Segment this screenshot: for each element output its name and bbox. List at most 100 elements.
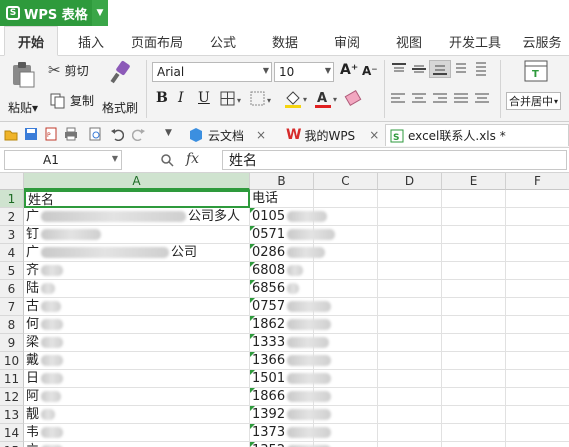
- tab-home[interactable]: 开始: [4, 26, 58, 56]
- cell-a3[interactable]: 钉: [24, 226, 250, 244]
- tab-view[interactable]: 视图: [384, 26, 434, 56]
- justify-button[interactable]: [453, 92, 469, 106]
- cell-b10[interactable]: 1366: [250, 352, 332, 370]
- cell-a11[interactable]: 日: [24, 370, 250, 388]
- wrap-text-button[interactable]: [474, 60, 488, 76]
- doc-tab-cloud[interactable]: 云文档 ×: [188, 124, 266, 146]
- cell-b8[interactable]: 1862: [250, 316, 332, 334]
- paste-button[interactable]: 粘贴▾: [4, 60, 42, 116]
- row-header-14[interactable]: 14: [0, 424, 24, 442]
- cell-a8[interactable]: 何: [24, 316, 250, 334]
- copy-button[interactable]: 复制: [50, 92, 94, 109]
- row-header-7[interactable]: 7: [0, 298, 24, 316]
- print-preview-icon[interactable]: [88, 127, 102, 141]
- orientation-button[interactable]: [454, 62, 468, 76]
- column-header-f[interactable]: F: [506, 173, 569, 190]
- cell-a15[interactable]: 立: [24, 442, 250, 447]
- bold-button[interactable]: B: [156, 90, 168, 106]
- align-top-button[interactable]: [390, 62, 408, 76]
- fill-color-button[interactable]: ▾: [284, 90, 310, 108]
- cell-a10[interactable]: 戴: [24, 352, 250, 370]
- close-icon[interactable]: ×: [369, 128, 379, 142]
- border-button[interactable]: ▾: [220, 91, 244, 107]
- empty-cells-area[interactable]: [314, 190, 569, 447]
- name-box[interactable]: A1 ▼: [4, 150, 122, 170]
- column-header-e[interactable]: E: [442, 173, 506, 190]
- row-header-3[interactable]: 3: [0, 226, 24, 244]
- app-menu-button[interactable]: S WPS 表格: [0, 0, 92, 26]
- search-icon[interactable]: [160, 153, 174, 167]
- merge-center-icon-button[interactable]: T: [524, 60, 548, 82]
- cell-b2[interactable]: 0105: [250, 208, 328, 226]
- cell-b1[interactable]: 电话: [250, 190, 314, 208]
- close-icon[interactable]: ×: [256, 128, 266, 142]
- row-header-5[interactable]: 5: [0, 262, 24, 280]
- row-header-6[interactable]: 6: [0, 280, 24, 298]
- cell-a7[interactable]: 古: [24, 298, 250, 316]
- cell-b9[interactable]: 1333: [250, 334, 330, 352]
- cell-a14[interactable]: 韦: [24, 424, 250, 442]
- cell-a13[interactable]: 靓: [24, 406, 250, 424]
- clear-format-button[interactable]: [344, 90, 362, 108]
- tab-review[interactable]: 审阅: [322, 26, 372, 56]
- formula-input[interactable]: 姓名: [222, 150, 567, 170]
- cut-button[interactable]: ✂ 剪切: [48, 61, 89, 79]
- font-color-button[interactable]: A ▾: [314, 90, 340, 108]
- app-menu-dropdown-icon[interactable]: ▼: [92, 0, 108, 26]
- cell-a1[interactable]: 姓名: [24, 190, 250, 208]
- cell-a6[interactable]: 陆: [24, 280, 250, 298]
- row-header-11[interactable]: 11: [0, 370, 24, 388]
- font-name-select[interactable]: Arial ▼: [152, 62, 272, 82]
- font-size-select[interactable]: 10 ▼: [274, 62, 334, 82]
- cell-b11[interactable]: 1501: [250, 370, 332, 388]
- cell-b12[interactable]: 1866: [250, 388, 332, 406]
- align-center-button[interactable]: [411, 92, 427, 106]
- cell-a4[interactable]: 广 公司: [24, 244, 250, 262]
- align-left-button[interactable]: [390, 92, 406, 106]
- cell-a5[interactable]: 齐: [24, 262, 250, 280]
- column-header-b[interactable]: B: [250, 173, 314, 190]
- row-header-9[interactable]: 9: [0, 334, 24, 352]
- cell-a9[interactable]: 梁: [24, 334, 250, 352]
- undo-icon[interactable]: [110, 127, 124, 141]
- cell-b14[interactable]: 1373: [250, 424, 332, 442]
- format-painter-button[interactable]: 格式刷: [100, 60, 140, 116]
- underline-button[interactable]: U: [198, 90, 210, 106]
- save-icon[interactable]: [24, 127, 38, 141]
- open-folder-icon[interactable]: [4, 127, 18, 141]
- more-borders-button[interactable]: ▾: [250, 91, 276, 107]
- row-header-2[interactable]: 2: [0, 208, 24, 226]
- column-header-c[interactable]: C: [314, 173, 378, 190]
- export-pdf-icon[interactable]: P: [44, 127, 58, 141]
- cell-b3[interactable]: 0571: [250, 226, 336, 244]
- tab-developer[interactable]: 开发工具: [444, 26, 506, 56]
- tab-page-layout[interactable]: 页面布局: [124, 26, 190, 56]
- cell-b4[interactable]: 0286: [250, 244, 326, 262]
- cell-b15[interactable]: 1352: [250, 442, 332, 447]
- cell-b13[interactable]: 1392: [250, 406, 332, 424]
- cell-b6[interactable]: 6856: [250, 280, 314, 298]
- align-right-button[interactable]: [432, 92, 448, 106]
- merge-center-button[interactable]: 合并居中 ▾: [506, 92, 562, 110]
- cell-a2[interactable]: 广 公司多人: [24, 208, 250, 226]
- column-header-a[interactable]: A: [24, 173, 250, 190]
- increase-font-button[interactable]: A⁺: [340, 62, 358, 78]
- row-header-15[interactable]: 15: [0, 442, 24, 447]
- row-header-10[interactable]: 10: [0, 352, 24, 370]
- print-icon[interactable]: [64, 127, 78, 141]
- row-header-4[interactable]: 4: [0, 244, 24, 262]
- row-header-13[interactable]: 13: [0, 406, 24, 424]
- tab-cloud-service[interactable]: 云服务: [514, 26, 569, 56]
- customize-dropdown-icon[interactable]: ▼: [165, 128, 172, 138]
- doc-tab-file[interactable]: S excel联系人.xls *: [385, 124, 569, 146]
- tab-formulas[interactable]: 公式: [198, 26, 248, 56]
- row-header-12[interactable]: 12: [0, 388, 24, 406]
- cell-b5[interactable]: 6808: [250, 262, 314, 280]
- cell-a12[interactable]: 阿: [24, 388, 250, 406]
- function-icon[interactable]: fx: [186, 151, 199, 167]
- column-header-d[interactable]: D: [378, 173, 442, 190]
- tab-insert[interactable]: 插入: [66, 26, 116, 56]
- italic-button[interactable]: I: [178, 90, 184, 106]
- doc-tab-mywps[interactable]: W 我的WPS ×: [286, 124, 379, 146]
- align-middle-button[interactable]: [410, 62, 428, 76]
